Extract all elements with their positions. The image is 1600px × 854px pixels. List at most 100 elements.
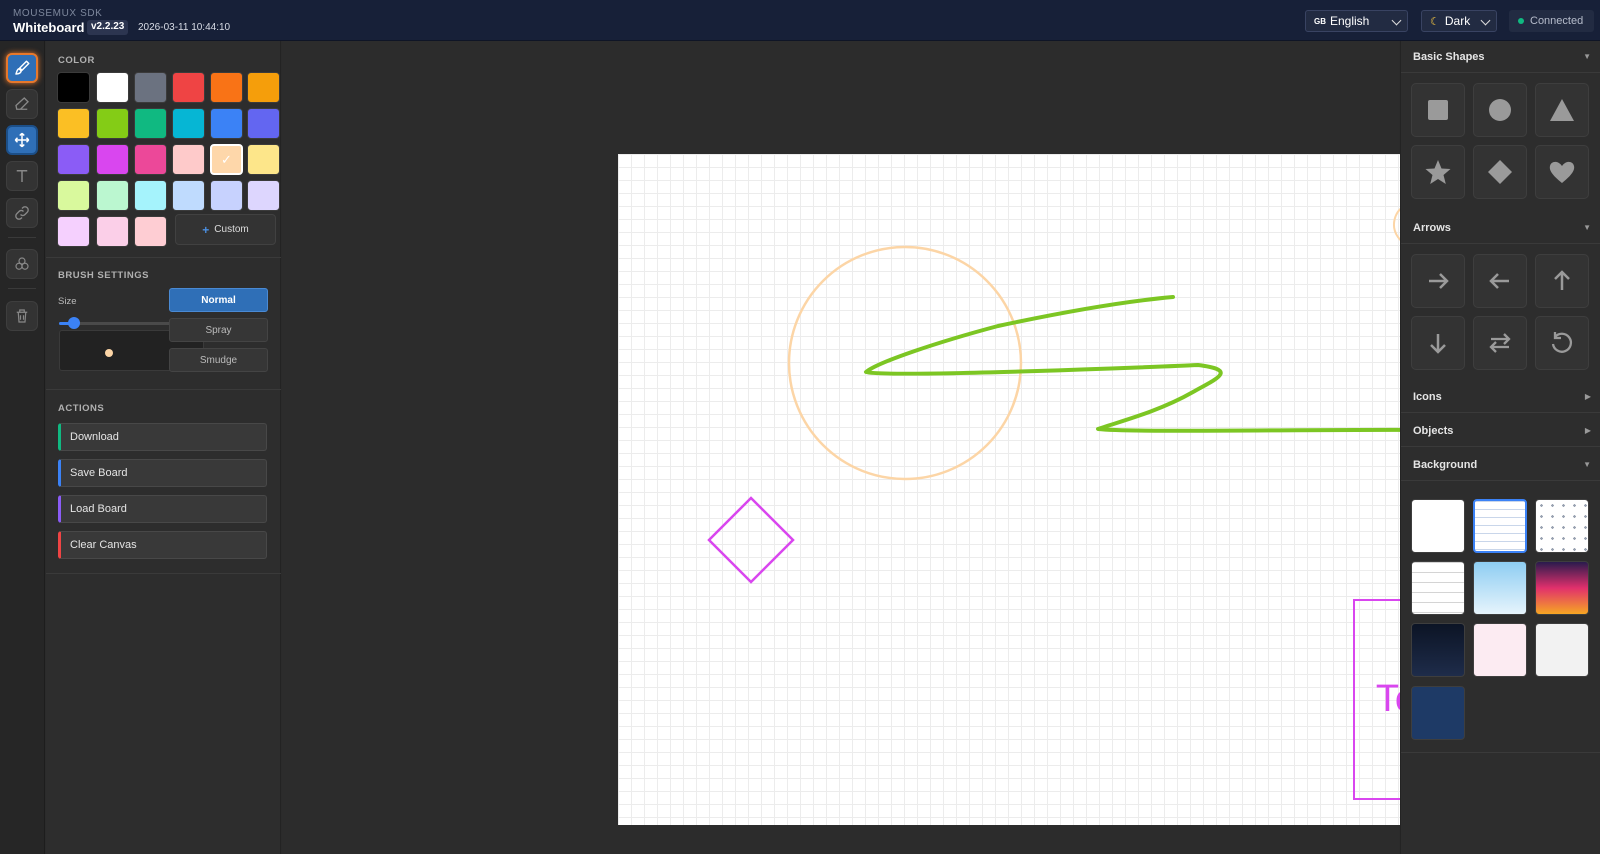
bg-dotted[interactable] — [1535, 499, 1589, 553]
save-board-button[interactable]: Save Board — [58, 459, 267, 487]
background-title: Background — [1413, 458, 1478, 471]
chevron-right-icon: ▶ — [1584, 426, 1591, 435]
rail-divider — [8, 237, 36, 238]
bg-light-gray[interactable] — [1535, 623, 1589, 677]
basic-shapes-title: Basic Shapes — [1413, 50, 1485, 63]
eraser-icon — [15, 97, 29, 110]
mode-normal-button[interactable]: Normal — [169, 288, 268, 312]
size-slider-thumb[interactable] — [67, 317, 80, 329]
color-swatch[interactable] — [57, 72, 90, 103]
magenta-diamond-shape[interactable] — [707, 496, 795, 584]
eraser-tool-button[interactable] — [6, 89, 38, 119]
star-icon — [1425, 160, 1451, 184]
arrow-down-button[interactable] — [1411, 316, 1465, 370]
move-tool-button[interactable] — [6, 125, 38, 155]
arrow-right-button[interactable] — [1411, 254, 1465, 308]
right-panel: Basic Shapes ▼ Arrows ▼ Icons ▶ Objects … — [1400, 41, 1600, 854]
color-swatch[interactable] — [247, 108, 280, 139]
bg-sunset-gradient[interactable] — [1535, 561, 1589, 615]
objects-header[interactable]: Objects ▶ — [1401, 415, 1600, 447]
whiteboard-app: MOUSEMUX SDK Whiteboard v2.2.23 2026-03-… — [0, 0, 1600, 854]
shape-triangle-button[interactable] — [1535, 83, 1589, 137]
app-title: Whiteboard — [13, 20, 85, 35]
link-tool-button[interactable] — [6, 198, 38, 228]
bg-ruled[interactable] — [1411, 561, 1465, 615]
green-freehand-stroke[interactable] — [864, 295, 1460, 456]
color-swatch[interactable] — [134, 72, 167, 103]
color-swatch[interactable] — [96, 216, 129, 247]
bg-plain-white[interactable] — [1411, 499, 1465, 553]
arrow-up-icon — [1554, 270, 1570, 290]
arrow-swap-button[interactable] — [1473, 316, 1527, 370]
color-swatch[interactable] — [172, 180, 205, 211]
delete-tool-button[interactable] — [6, 301, 38, 331]
shape-circle-button[interactable] — [1473, 83, 1527, 137]
shape-diamond-button[interactable] — [1473, 145, 1527, 199]
download-button[interactable]: Download — [58, 423, 267, 451]
peach-circle-shape[interactable] — [787, 245, 1023, 481]
plus-icon: + — [202, 222, 210, 237]
color-swatch[interactable] — [247, 72, 280, 103]
color-swatch[interactable] — [134, 180, 167, 211]
bg-soft-pink[interactable] — [1473, 623, 1527, 677]
color-swatch[interactable] — [247, 180, 280, 211]
rail-divider — [8, 288, 36, 289]
language-select[interactable]: GB English — [1305, 10, 1408, 32]
layers-tool-button[interactable] — [6, 249, 38, 279]
chevron-down-icon — [1480, 15, 1491, 26]
color-swatch[interactable] — [172, 144, 205, 175]
bg-navy[interactable] — [1411, 686, 1465, 740]
load-board-button[interactable]: Load Board — [58, 495, 267, 523]
theme-select[interactable]: ☾ Dark — [1421, 10, 1497, 32]
color-swatch[interactable] — [57, 216, 90, 247]
shape-star-button[interactable] — [1411, 145, 1465, 199]
color-swatch[interactable] — [134, 144, 167, 175]
color-swatch[interactable] — [134, 216, 167, 247]
color-swatch[interactable] — [96, 180, 129, 211]
icons-title: Icons — [1413, 390, 1442, 403]
color-swatch[interactable] — [210, 72, 243, 103]
color-swatch[interactable]: ✓ — [210, 144, 243, 175]
shape-square-button[interactable] — [1411, 83, 1465, 137]
mode-smudge-button[interactable]: Smudge — [169, 348, 268, 372]
color-swatch[interactable] — [210, 180, 243, 211]
triangle-icon — [1550, 99, 1574, 121]
color-swatch[interactable] — [172, 108, 205, 139]
brush-tool-button[interactable] — [6, 53, 38, 83]
basic-shapes-header[interactable]: Basic Shapes ▼ — [1401, 41, 1600, 73]
datetime-display: 2026-03-11 10:44:10 — [138, 22, 231, 33]
arrows-header[interactable]: Arrows ▼ — [1401, 212, 1600, 244]
color-swatch[interactable] — [134, 108, 167, 139]
arrow-right-icon — [1429, 273, 1449, 289]
color-swatch[interactable] — [172, 72, 205, 103]
brush-settings-label: BRUSH SETTINGS — [58, 270, 149, 281]
color-swatch[interactable] — [96, 144, 129, 175]
rotate-button[interactable] — [1535, 316, 1589, 370]
section-divider — [1401, 752, 1600, 753]
top-header: MOUSEMUX SDK Whiteboard v2.2.23 2026-03-… — [0, 0, 1600, 41]
icons-header[interactable]: Icons ▶ — [1401, 381, 1600, 413]
color-swatch[interactable] — [57, 108, 90, 139]
custom-color-button[interactable]: + Custom — [175, 214, 276, 245]
color-swatch[interactable] — [210, 108, 243, 139]
objects-title: Objects — [1413, 424, 1454, 437]
color-swatch[interactable] — [96, 72, 129, 103]
paintbrush-icon — [15, 60, 30, 75]
bg-night-gradient[interactable] — [1411, 623, 1465, 677]
flag-icon: GB — [1314, 16, 1326, 26]
color-swatch[interactable] — [57, 180, 90, 211]
clear-canvas-button[interactable]: Clear Canvas — [58, 531, 267, 559]
arrow-left-button[interactable] — [1473, 254, 1527, 308]
section-divider — [46, 389, 281, 390]
text-tool-button[interactable] — [6, 161, 38, 191]
sdk-label: MOUSEMUX SDK — [13, 8, 103, 19]
bg-lined[interactable] — [1473, 499, 1527, 553]
arrow-up-button[interactable] — [1535, 254, 1589, 308]
background-header[interactable]: Background ▼ — [1401, 449, 1600, 481]
color-swatch[interactable] — [96, 108, 129, 139]
color-swatch[interactable] — [57, 144, 90, 175]
color-swatch[interactable] — [247, 144, 280, 175]
mode-spray-button[interactable]: Spray — [169, 318, 268, 342]
bg-sky-gradient[interactable] — [1473, 561, 1527, 615]
shape-heart-button[interactable] — [1535, 145, 1589, 199]
